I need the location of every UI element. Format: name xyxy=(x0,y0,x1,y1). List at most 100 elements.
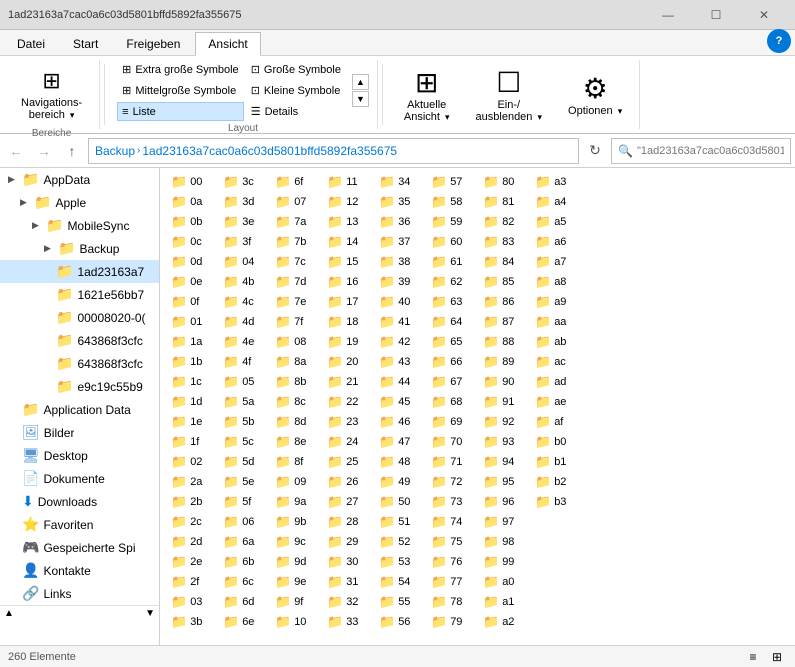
minimize-button[interactable]: — xyxy=(645,0,691,30)
file-item[interactable]: 📁6c xyxy=(216,572,268,592)
tab-freigeben[interactable]: Freigeben xyxy=(113,32,193,55)
tab-ansicht[interactable]: Ansicht xyxy=(195,32,260,56)
file-item[interactable]: 📁6a xyxy=(216,532,268,552)
file-item[interactable]: 📁22 xyxy=(320,392,372,412)
file-item[interactable]: 📁19 xyxy=(320,332,372,352)
file-item[interactable]: 📁95 xyxy=(476,472,528,492)
file-item[interactable]: 📁47 xyxy=(372,432,424,452)
file-item[interactable]: 📁20 xyxy=(320,352,372,372)
file-item[interactable]: 📁0e xyxy=(164,272,216,292)
file-item[interactable]: 📁b2 xyxy=(528,472,580,492)
file-item[interactable]: 📁60 xyxy=(424,232,476,252)
aktuelle-ansicht-button[interactable]: ⊞ AktuelleAnsicht ▾ xyxy=(395,62,459,128)
extra-grosse-btn[interactable]: ⊞ Extra große Symbole xyxy=(117,60,244,79)
file-item[interactable]: 📁43 xyxy=(372,352,424,372)
file-item[interactable]: 📁64 xyxy=(424,312,476,332)
file-item[interactable]: 📁a3 xyxy=(528,172,580,192)
file-item[interactable]: 📁73 xyxy=(424,492,476,512)
file-item[interactable]: 📁4e xyxy=(216,332,268,352)
sidebar-item-bilder[interactable]: ▶ 🖼 Bilder xyxy=(0,421,159,444)
file-item[interactable]: 📁af xyxy=(528,412,580,432)
file-item[interactable]: 📁71 xyxy=(424,452,476,472)
file-item[interactable]: 📁0b xyxy=(164,212,216,232)
file-item[interactable]: 📁39 xyxy=(372,272,424,292)
file-item[interactable]: 📁ab xyxy=(528,332,580,352)
address-bar[interactable]: Backup › 1ad23163a7cac0a6c03d5801bffd589… xyxy=(88,138,579,164)
sidebar-item-00008020[interactable]: 📁 00008020-0( xyxy=(0,306,159,329)
file-item[interactable]: 📁a5 xyxy=(528,212,580,232)
file-item[interactable]: 📁49 xyxy=(372,472,424,492)
file-item[interactable]: 📁81 xyxy=(476,192,528,212)
file-item[interactable]: 📁46 xyxy=(372,412,424,432)
file-item[interactable]: 📁1b xyxy=(164,352,216,372)
file-item[interactable]: 📁62 xyxy=(424,272,476,292)
sidebar-item-dokumente[interactable]: ▶ 📄 Dokumente xyxy=(0,467,159,490)
file-item[interactable]: 📁b1 xyxy=(528,452,580,472)
sidebar-item-e9c19c55b9[interactable]: 📁 e9c19c55b9 xyxy=(0,375,159,398)
file-item[interactable]: 📁54 xyxy=(372,572,424,592)
file-item[interactable]: 📁6b xyxy=(216,552,268,572)
file-item[interactable]: 📁a2 xyxy=(476,612,528,632)
navigationspane-button[interactable]: ⊞ Navigations- bereich ▾ xyxy=(12,60,91,126)
file-item[interactable]: 📁b3 xyxy=(528,492,580,512)
file-item[interactable]: 📁18 xyxy=(320,312,372,332)
file-item[interactable]: 📁13 xyxy=(320,212,372,232)
sidebar-item-links[interactable]: ▶ 🔗 Links xyxy=(0,582,159,605)
file-item[interactable]: 📁98 xyxy=(476,532,528,552)
file-item[interactable]: 📁38 xyxy=(372,252,424,272)
file-item[interactable]: 📁68 xyxy=(424,392,476,412)
file-item[interactable]: 📁53 xyxy=(372,552,424,572)
file-item[interactable]: 📁92 xyxy=(476,412,528,432)
file-item[interactable]: 📁a0 xyxy=(476,572,528,592)
file-item[interactable]: 📁48 xyxy=(372,452,424,472)
file-item[interactable]: 📁1f xyxy=(164,432,216,452)
refresh-button[interactable]: ↻ xyxy=(583,139,607,163)
file-item[interactable]: 📁6d xyxy=(216,592,268,612)
file-item[interactable]: 📁57 xyxy=(424,172,476,192)
help-button[interactable]: ? xyxy=(767,29,791,53)
file-item[interactable]: 📁1a xyxy=(164,332,216,352)
file-item[interactable]: 📁2a xyxy=(164,472,216,492)
grid-view-toggle[interactable]: ⊞ xyxy=(767,648,787,666)
file-item[interactable]: 📁a1 xyxy=(476,592,528,612)
file-item[interactable]: 📁87 xyxy=(476,312,528,332)
file-item[interactable]: 📁a9 xyxy=(528,292,580,312)
sidebar-item-desktop[interactable]: ▶ 🖥 Desktop xyxy=(0,444,159,467)
file-item[interactable]: 📁a6 xyxy=(528,232,580,252)
file-item[interactable]: 📁23 xyxy=(320,412,372,432)
back-button[interactable]: ← xyxy=(4,139,28,163)
breadcrumb-folder[interactable]: 1ad23163a7cac0a6c03d5801bffd5892fa355675 xyxy=(142,144,397,158)
file-item[interactable]: 📁05 xyxy=(216,372,268,392)
sidebar-item-1ad23163a7[interactable]: 📁 1ad23163a7 xyxy=(0,260,159,283)
file-item[interactable]: 📁2f xyxy=(164,572,216,592)
file-item[interactable]: 📁4f xyxy=(216,352,268,372)
file-item[interactable]: 📁5a xyxy=(216,392,268,412)
file-item[interactable]: 📁96 xyxy=(476,492,528,512)
file-item[interactable]: 📁9c xyxy=(268,532,320,552)
file-item[interactable]: 📁5d xyxy=(216,452,268,472)
file-item[interactable]: 📁63 xyxy=(424,292,476,312)
file-item[interactable]: 📁8f xyxy=(268,452,320,472)
sidebar-item-643868f3cfc1[interactable]: 📁 643868f3cfc xyxy=(0,329,159,352)
file-item[interactable]: 📁7f xyxy=(268,312,320,332)
file-item[interactable]: 📁58 xyxy=(424,192,476,212)
file-item[interactable]: 📁21 xyxy=(320,372,372,392)
file-item[interactable]: 📁93 xyxy=(476,432,528,452)
file-item[interactable]: 📁2d xyxy=(164,532,216,552)
file-item[interactable]: 📁0a xyxy=(164,192,216,212)
file-item[interactable]: 📁4d xyxy=(216,312,268,332)
file-item[interactable]: 📁3d xyxy=(216,192,268,212)
tab-start[interactable]: Start xyxy=(60,32,111,55)
file-item[interactable]: 📁33 xyxy=(320,612,372,632)
file-item[interactable]: 📁1d xyxy=(164,392,216,412)
file-item[interactable]: 📁66 xyxy=(424,352,476,372)
file-item[interactable]: 📁5b xyxy=(216,412,268,432)
sidebar-scroll-down[interactable]: ▼ xyxy=(145,608,155,619)
file-item[interactable]: 📁ac xyxy=(528,352,580,372)
file-item[interactable]: 📁17 xyxy=(320,292,372,312)
file-item[interactable]: 📁aa xyxy=(528,312,580,332)
file-item[interactable]: 📁2e xyxy=(164,552,216,572)
file-item[interactable]: 📁0d xyxy=(164,252,216,272)
file-item[interactable]: 📁08 xyxy=(268,332,320,352)
file-item[interactable]: 📁29 xyxy=(320,532,372,552)
